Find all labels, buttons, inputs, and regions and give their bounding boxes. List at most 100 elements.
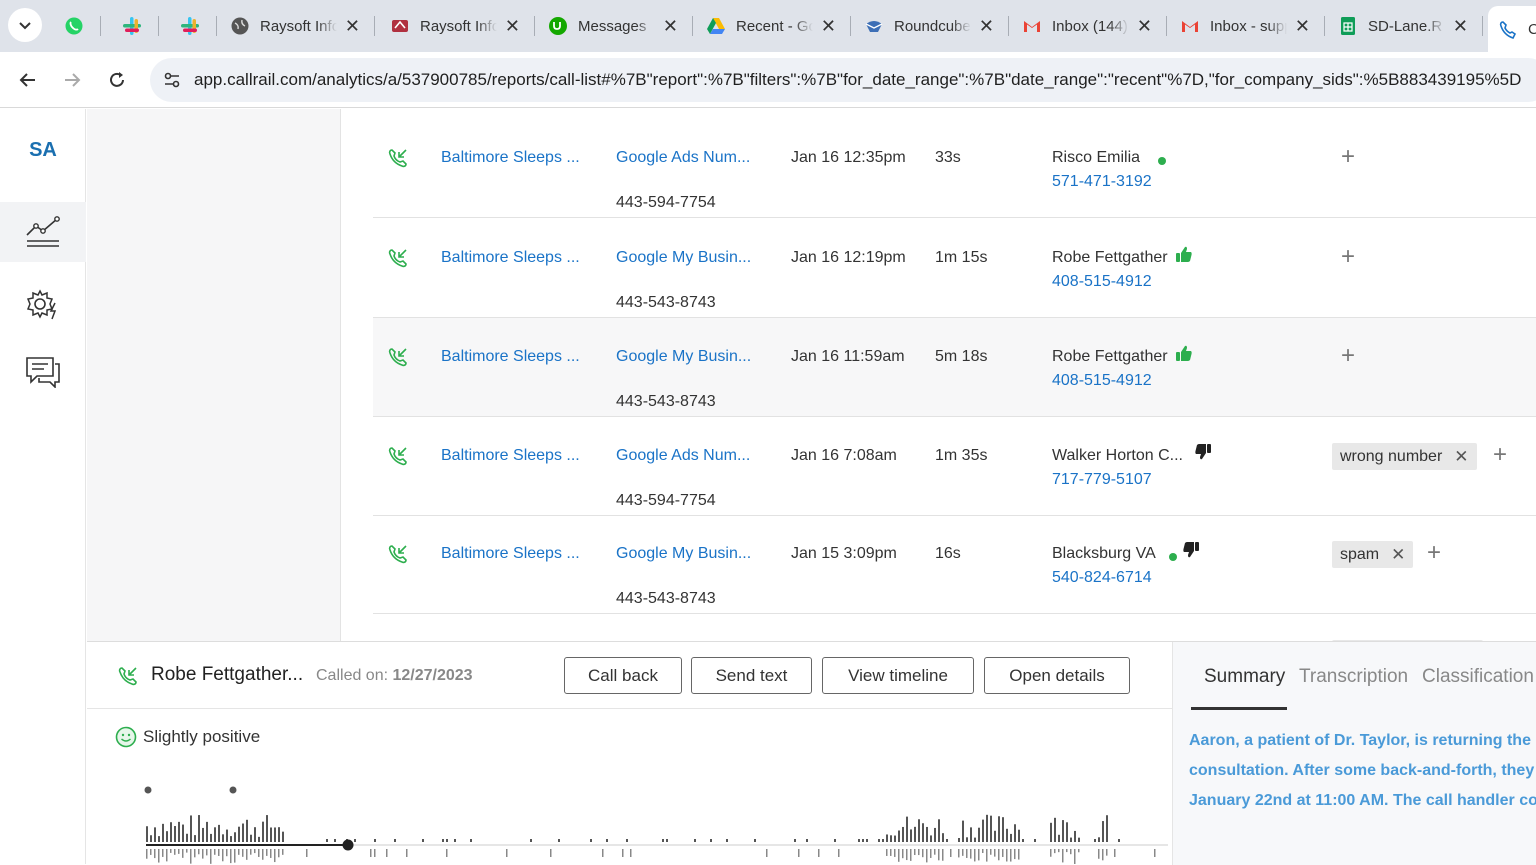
site-info-icon[interactable] bbox=[150, 58, 194, 102]
tab-search-button[interactable] bbox=[8, 8, 42, 42]
waveform-bar bbox=[230, 836, 232, 842]
remove-tag-icon[interactable]: ✕ bbox=[1454, 447, 1468, 467]
source-link[interactable]: Google Ads Num... bbox=[616, 447, 758, 465]
sidebar-item-analytics[interactable] bbox=[0, 202, 86, 262]
waveform-bar bbox=[1018, 829, 1020, 842]
source-link[interactable]: Google My Busin... bbox=[616, 545, 758, 563]
add-tag-button[interactable]: + bbox=[1493, 441, 1507, 469]
company-link[interactable]: Baltimore Sleeps ... bbox=[441, 348, 591, 366]
call-detail-header: Robe Fettgather... Called on: 12/27/2023… bbox=[87, 642, 1172, 709]
sidebar-item-conversations[interactable] bbox=[0, 342, 86, 402]
waveform-bar bbox=[194, 849, 196, 858]
browser-tab[interactable] bbox=[54, 8, 96, 44]
browser-tab[interactable] bbox=[170, 8, 212, 44]
browser-tab[interactable]: Messages ✕ bbox=[538, 8, 688, 44]
company-link[interactable]: Baltimore Sleeps ... bbox=[441, 149, 591, 167]
add-tag-button[interactable]: + bbox=[1427, 539, 1441, 567]
add-tag-button[interactable]: + bbox=[1341, 342, 1355, 370]
close-tab-icon[interactable]: ✕ bbox=[505, 16, 520, 37]
caller-phone-link[interactable]: 408-515-4912 bbox=[1052, 372, 1152, 390]
add-tag-button[interactable]: + bbox=[1341, 143, 1355, 171]
browser-tab[interactable]: Raysoft Info ✕ bbox=[220, 8, 370, 44]
remove-tag-icon[interactable]: ✕ bbox=[1391, 545, 1405, 565]
source-link[interactable]: Google Ads Num... bbox=[616, 149, 758, 167]
company-link[interactable]: Baltimore Sleeps ... bbox=[441, 447, 591, 465]
table-row[interactable]: Baltimore Sleeps ... Google My Busin... … bbox=[373, 318, 1536, 417]
browser-tab[interactable] bbox=[112, 8, 154, 44]
waveform-bar bbox=[1018, 849, 1020, 860]
waveform-bar bbox=[174, 849, 176, 855]
thumbs-down-icon[interactable] bbox=[1182, 541, 1200, 564]
waveform-bar bbox=[982, 819, 984, 842]
table-row[interactable]: Baltimore Sleeps ... Google Ads Num... 4… bbox=[373, 119, 1536, 218]
send-text-button[interactable]: Send text bbox=[691, 657, 812, 694]
company-link[interactable]: Baltimore Sleeps ... bbox=[441, 249, 591, 267]
close-tab-icon[interactable]: ✕ bbox=[1295, 16, 1310, 37]
reload-button[interactable] bbox=[101, 64, 133, 96]
waveform-bar bbox=[214, 827, 216, 842]
source-link[interactable]: Google My Busin... bbox=[616, 249, 758, 267]
back-button[interactable] bbox=[12, 64, 44, 96]
waveform-bar bbox=[942, 833, 944, 842]
table-row[interactable]: Baltimore Sleeps ... Google My Busin... … bbox=[373, 219, 1536, 318]
close-tab-icon[interactable]: ✕ bbox=[979, 16, 994, 37]
close-tab-icon[interactable]: ✕ bbox=[663, 16, 678, 37]
tab-transcription[interactable]: Transcription bbox=[1299, 666, 1408, 688]
thumbs-down-icon[interactable] bbox=[1194, 443, 1212, 466]
browser-tab[interactable]: Raysoft Info ✕ bbox=[380, 8, 530, 44]
close-tab-icon[interactable]: ✕ bbox=[1453, 16, 1468, 37]
company-link[interactable]: Baltimore Sleeps ... bbox=[441, 545, 591, 563]
raysoft-icon bbox=[390, 16, 410, 36]
waveform-bar bbox=[838, 849, 840, 857]
audio-waveform[interactable] bbox=[143, 780, 1173, 865]
thumbs-up-icon[interactable] bbox=[1175, 245, 1193, 268]
view-timeline-button[interactable]: View timeline bbox=[822, 657, 974, 694]
waveform-bar bbox=[966, 837, 968, 842]
close-tab-icon[interactable]: ✕ bbox=[821, 16, 836, 37]
tracking-number: 443-543-8743 bbox=[616, 590, 716, 607]
drive-icon bbox=[706, 16, 726, 36]
address-bar[interactable]: app.callrail.com/analytics/a/537900785/r… bbox=[150, 58, 1536, 102]
waveform-bar bbox=[914, 826, 916, 842]
caller-phone-link[interactable]: 717-779-5107 bbox=[1052, 471, 1152, 489]
callrail-icon bbox=[1498, 19, 1518, 39]
whatsapp-icon bbox=[64, 16, 84, 36]
sidebar-item-settings[interactable] bbox=[0, 274, 86, 334]
browser-tab[interactable]: Recent - Google Drive ✕ bbox=[696, 8, 846, 44]
upwork-icon bbox=[548, 16, 568, 36]
close-tab-icon[interactable]: ✕ bbox=[1137, 16, 1152, 37]
browser-tab[interactable]: Inbox - support ✕ bbox=[1170, 8, 1320, 44]
open-details-button[interactable]: Open details bbox=[984, 657, 1130, 694]
table-row[interactable]: Baltimore Sleeps ... Google My Busin... … bbox=[373, 515, 1536, 614]
forward-button[interactable] bbox=[56, 64, 88, 96]
table-row[interactable]: Baltimore Sleeps ... Patient Conversi...… bbox=[373, 614, 1536, 641]
thumbs-up-icon[interactable] bbox=[1175, 344, 1193, 367]
waveform-bar bbox=[834, 839, 836, 842]
call-back-button[interactable]: Call back bbox=[564, 657, 682, 694]
caller-phone-link[interactable]: 540-824-6714 bbox=[1052, 569, 1152, 587]
browser-tab[interactable]: SD-Lane.R ✕ bbox=[1328, 8, 1478, 44]
tab-summary[interactable]: Summary bbox=[1204, 666, 1285, 688]
waveform-bar bbox=[946, 839, 948, 842]
waveform-bar bbox=[194, 835, 196, 842]
account-logo[interactable]: SA bbox=[0, 139, 86, 162]
tab-title: Raysoft Info bbox=[260, 17, 337, 35]
caller-phone-link[interactable]: 408-515-4912 bbox=[1052, 273, 1152, 291]
tag-label: wrong number bbox=[1340, 447, 1443, 465]
waveform-bar bbox=[186, 833, 188, 842]
source-link[interactable]: Google My Busin... bbox=[616, 348, 758, 366]
waveform-bar bbox=[962, 820, 964, 842]
waveform-bar bbox=[1106, 815, 1108, 842]
browser-tab[interactable]: Inbox (144) ✕ bbox=[1012, 8, 1162, 44]
waveform-bar bbox=[386, 849, 388, 857]
tab-classification[interactable]: Classification bbox=[1422, 666, 1534, 688]
waveform-bar bbox=[1002, 849, 1004, 857]
close-tab-icon[interactable]: ✕ bbox=[345, 16, 360, 37]
tab-title: Messages bbox=[578, 17, 647, 35]
add-tag-button[interactable]: + bbox=[1341, 243, 1355, 271]
caller-phone-link[interactable]: 571-471-3192 bbox=[1052, 173, 1152, 191]
browser-tab[interactable]: Roundcube ✕ bbox=[854, 8, 1004, 44]
table-row[interactable]: Baltimore Sleeps ... Google Ads Num... 4… bbox=[373, 417, 1536, 516]
inbound-call-icon bbox=[387, 247, 409, 274]
browser-tab[interactable]: C bbox=[1488, 6, 1536, 52]
